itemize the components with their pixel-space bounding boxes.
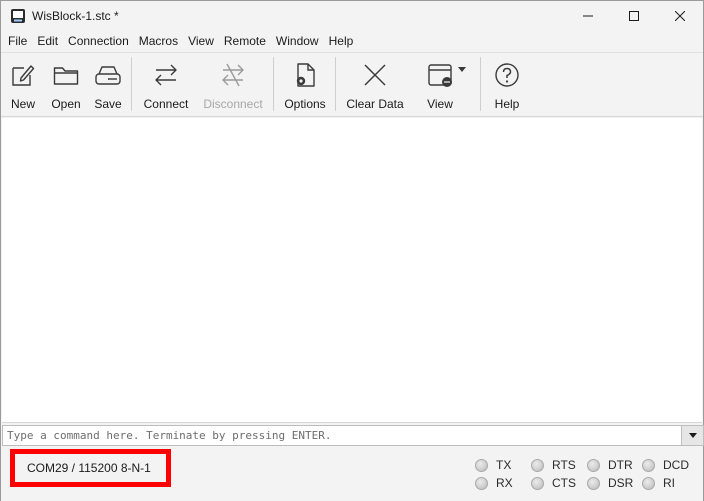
save-label: Save	[94, 97, 122, 111]
chevron-down-icon	[688, 433, 697, 438]
help-button[interactable]: Help	[490, 57, 524, 115]
close-button[interactable]	[657, 1, 703, 31]
led-indicator-icon	[531, 458, 544, 472]
close-icon	[675, 11, 685, 21]
open-button[interactable]: Open	[49, 57, 83, 115]
led-indicator-icon	[475, 458, 488, 472]
menu-connection[interactable]: Connection	[63, 31, 134, 52]
menu-window[interactable]: Window	[271, 31, 324, 52]
led-dtr: DTR	[587, 458, 633, 472]
menu-view[interactable]: View	[183, 31, 219, 52]
window-title: WisBlock-1.stc *	[32, 9, 119, 23]
disconnect-arrows-icon	[222, 63, 244, 87]
toolbar-separator	[480, 57, 481, 111]
minimize-button[interactable]	[565, 1, 611, 31]
menu-file[interactable]: File	[3, 31, 32, 52]
led-rts: RTS	[531, 458, 576, 472]
view-window-icon	[428, 64, 452, 87]
options-document-gear-icon	[296, 63, 315, 87]
open-label: Open	[51, 97, 81, 111]
connect-button[interactable]: Connect	[141, 57, 191, 115]
options-button[interactable]: Options	[282, 57, 328, 115]
led-indicator-icon	[587, 476, 600, 490]
menu-remote[interactable]: Remote	[219, 31, 271, 52]
help-label: Help	[494, 97, 520, 111]
port-settings-text: COM29 / 115200 8-N-1	[27, 461, 151, 475]
maximize-icon	[629, 11, 639, 21]
new-file-icon	[12, 65, 35, 86]
toolbar-separator	[273, 57, 274, 111]
toolbar-separator	[335, 57, 336, 111]
save-disk-icon	[95, 66, 121, 85]
new-label: New	[10, 97, 35, 111]
led-dcd: DCD	[642, 458, 689, 472]
led-indicator-icon	[475, 476, 488, 490]
connect-label: Connect	[143, 97, 189, 111]
help-question-icon	[495, 63, 519, 87]
title-bar: WisBlock-1.stc *	[1, 1, 703, 31]
led-indicator-icon	[642, 458, 655, 472]
command-row	[2, 425, 704, 446]
toolbar: New Open Save Connect Disconnect Options…	[1, 52, 703, 117]
app-terminal-icon	[11, 9, 25, 23]
clear-data-button[interactable]: Clear Data	[345, 57, 405, 115]
led-tx: TX	[475, 458, 511, 472]
clear-data-label: Clear Data	[346, 97, 404, 111]
port-settings-status: COM29 / 115200 8-N-1	[10, 449, 171, 487]
led-ri: RI	[642, 476, 675, 490]
menu-macros[interactable]: Macros	[134, 31, 183, 52]
led-indicator-icon	[587, 458, 600, 472]
connect-arrows-icon	[155, 64, 177, 86]
led-dsr: DSR	[587, 476, 633, 490]
terminal-output[interactable]	[2, 118, 702, 423]
new-button[interactable]: New	[7, 57, 39, 115]
view-label: View	[427, 97, 453, 111]
maximize-button[interactable]	[611, 1, 657, 31]
disconnect-label: Disconnect	[203, 97, 263, 111]
clear-x-icon	[364, 64, 386, 86]
menu-help[interactable]: Help	[324, 31, 359, 52]
folder-open-icon	[53, 67, 79, 85]
toolbar-separator	[131, 57, 132, 111]
led-rx: RX	[475, 476, 513, 490]
disconnect-button[interactable]: Disconnect	[201, 57, 265, 115]
app-window: WisBlock-1.stc * File Edit Connection Ma…	[0, 0, 704, 501]
led-cts: CTS	[531, 476, 576, 490]
view-button[interactable]: View	[419, 57, 469, 115]
menu-bar: File Edit Connection Macros View Remote …	[1, 31, 703, 52]
save-button[interactable]: Save	[93, 57, 123, 115]
minimize-icon	[583, 15, 593, 17]
status-bar: COM29 / 115200 8-N-1 TX RX RTS CTS DTR D…	[1, 447, 703, 501]
command-history-dropdown[interactable]	[681, 426, 703, 445]
led-indicator-icon	[642, 476, 655, 490]
led-indicator-icon	[531, 476, 544, 490]
command-input[interactable]	[3, 426, 681, 445]
view-dropdown-caret-icon[interactable]	[458, 67, 466, 72]
menu-edit[interactable]: Edit	[32, 31, 63, 52]
options-label: Options	[284, 97, 326, 111]
